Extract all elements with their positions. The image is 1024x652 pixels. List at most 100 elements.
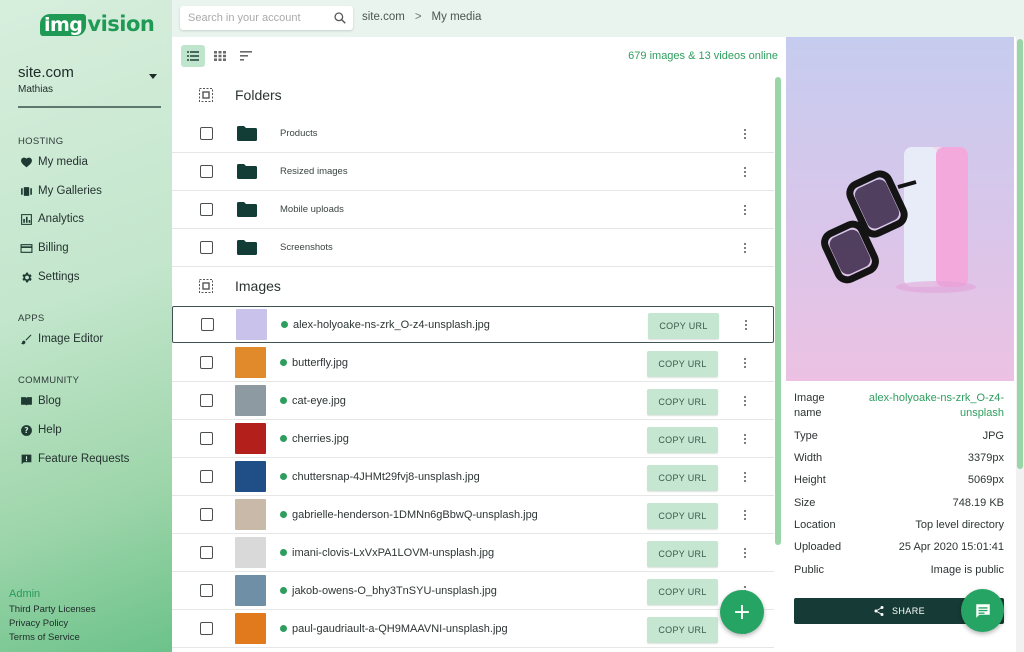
admin-label[interactable]: Admin [9,588,40,600]
list-view-button[interactable] [181,45,205,67]
image-name: imani-clovis-LxVxPA1LOVM-unsplash.jpg [292,547,495,559]
image-name: paul-gaudriault-a-QH9MAAVNI-unsplash.jpg [292,623,508,635]
more-options-icon[interactable] [738,470,752,484]
nav-item-my-galleries[interactable]: My Galleries [20,182,102,200]
select-all-folders-icon[interactable] [199,88,213,102]
link-terms-of-service[interactable]: Terms of Service [9,632,80,643]
image-name: butterfly.jpg [292,357,349,369]
public-status-dot [280,473,287,480]
folder-name: Screenshots [280,242,333,253]
nav-item-blog[interactable]: Blog [20,392,61,410]
grid-view-icon [214,51,226,61]
more-options-icon[interactable] [738,127,752,141]
more-options-icon[interactable] [738,165,752,179]
row-checkbox[interactable] [200,241,213,254]
list-view-icon [187,51,199,61]
image-row[interactable]: chuttersnap-4JHMt29fvj8-unsplash.jpg COP… [172,458,774,496]
sort-button[interactable] [234,45,258,67]
copy-url-button[interactable]: COPY URL [647,427,718,453]
select-all-images-icon[interactable] [199,279,213,293]
image-thumbnail [235,423,266,454]
row-checkbox[interactable] [200,432,213,445]
row-checkbox[interactable] [200,584,213,597]
folder-row[interactable]: Resized images [172,153,774,191]
row-checkbox[interactable] [200,356,213,369]
nav-item-feature-requests[interactable]: Feature Requests [20,450,129,468]
copy-url-button[interactable]: COPY URL [647,579,718,605]
row-checkbox[interactable] [200,394,213,407]
more-options-icon[interactable] [738,394,752,408]
row-checkbox[interactable] [200,508,213,521]
help-icon: ? [21,424,32,436]
folder-icon [237,126,257,141]
public-status-dot [280,587,287,594]
image-row[interactable]: cat-eye.jpg COPY URL [172,382,774,420]
grid-view-button[interactable] [208,45,232,67]
nav-item-image-editor[interactable]: Image Editor [20,330,103,348]
folder-row[interactable]: Products [172,115,774,153]
more-options-icon[interactable] [738,432,752,446]
row-checkbox[interactable] [200,127,213,140]
folder-row[interactable]: Mobile uploads [172,191,774,229]
copy-url-button[interactable]: COPY URL [648,313,719,339]
more-options-icon[interactable] [738,356,752,370]
copy-url-button[interactable]: COPY URL [647,617,718,643]
sort-icon [240,51,252,61]
detail-scrollbar[interactable] [1016,37,1024,652]
media-panel: 679 images & 13 videos online Folders Pr… [172,37,784,652]
folder-row[interactable]: Screenshots [172,229,774,267]
more-options-icon[interactable] [738,203,752,217]
image-row[interactable]: paul-gaudriault-a-QH9MAAVNI-unsplash.jpg… [172,610,774,648]
row-checkbox[interactable] [201,318,214,331]
topbar: site.com > My media [172,0,1024,37]
nav-item-help[interactable]: ? Help [20,421,62,439]
site-selector[interactable]: site.com Mathias [18,64,161,108]
breadcrumb: site.com > My media [362,11,481,23]
image-thumbnail [235,499,266,530]
chat-button[interactable] [961,589,1004,632]
nav-item-my-media[interactable]: My media [20,153,88,171]
image-row[interactable]: gabrielle-henderson-1DMNn6gBbwQ-unsplash… [172,496,774,534]
search-icon[interactable] [333,11,347,25]
copy-url-button[interactable]: COPY URL [647,541,718,567]
list-scrollbar[interactable] [775,77,781,545]
detail-type: Type JPG [794,430,1004,442]
copy-url-button[interactable]: COPY URL [647,503,718,529]
row-checkbox[interactable] [200,546,213,559]
logo[interactable]: img vision [40,12,155,36]
more-options-icon[interactable] [738,241,752,255]
image-row[interactable]: cherries.jpg COPY URL [172,420,774,458]
sidebar: img vision site.com Mathias HOSTING My me… [0,0,172,652]
detail-uploaded: Uploaded 25 Apr 2020 15:01:41 [794,541,1004,553]
row-checkbox[interactable] [200,203,213,216]
row-checkbox[interactable] [200,622,213,635]
card-icon [20,243,33,253]
image-row[interactable]: jakob-owens-O_bhy3TnSYU-unsplash.jpg COP… [172,572,774,610]
row-checkbox[interactable] [200,470,213,483]
more-options-icon[interactable] [738,546,752,560]
nav-item-settings[interactable]: Settings [20,268,80,286]
image-thumbnail [235,347,266,378]
link-third-party-licenses[interactable]: Third Party Licenses [9,604,96,615]
row-checkbox[interactable] [200,165,213,178]
link-privacy-policy[interactable]: Privacy Policy [9,618,68,629]
more-options-icon[interactable] [738,508,752,522]
image-thumbnail [236,309,267,340]
galleries-icon [21,186,32,196]
image-row[interactable]: imani-clovis-LxVxPA1LOVM-unsplash.jpg CO… [172,534,774,572]
search-input[interactable] [180,6,320,30]
copy-url-button[interactable]: COPY URL [647,389,718,415]
copy-url-button[interactable]: COPY URL [647,351,718,377]
nav-section-community: COMMUNITY [18,375,80,386]
more-options-icon[interactable] [739,318,753,332]
breadcrumb-root[interactable]: site.com [362,11,405,23]
nav-item-analytics[interactable]: Analytics [20,210,84,228]
image-row[interactable]: butterfly.jpg COPY URL [172,344,774,382]
image-row[interactable]: alex-holyoake-ns-zrk_O-z4-unsplash.jpg C… [172,306,774,343]
site-user: Mathias [18,84,54,95]
copy-url-button[interactable]: COPY URL [647,465,718,491]
folder-name: Resized images [280,166,348,177]
add-button[interactable]: + [720,590,764,634]
detail-location: Location Top level directory [794,519,1004,531]
nav-item-billing[interactable]: Billing [20,239,69,257]
